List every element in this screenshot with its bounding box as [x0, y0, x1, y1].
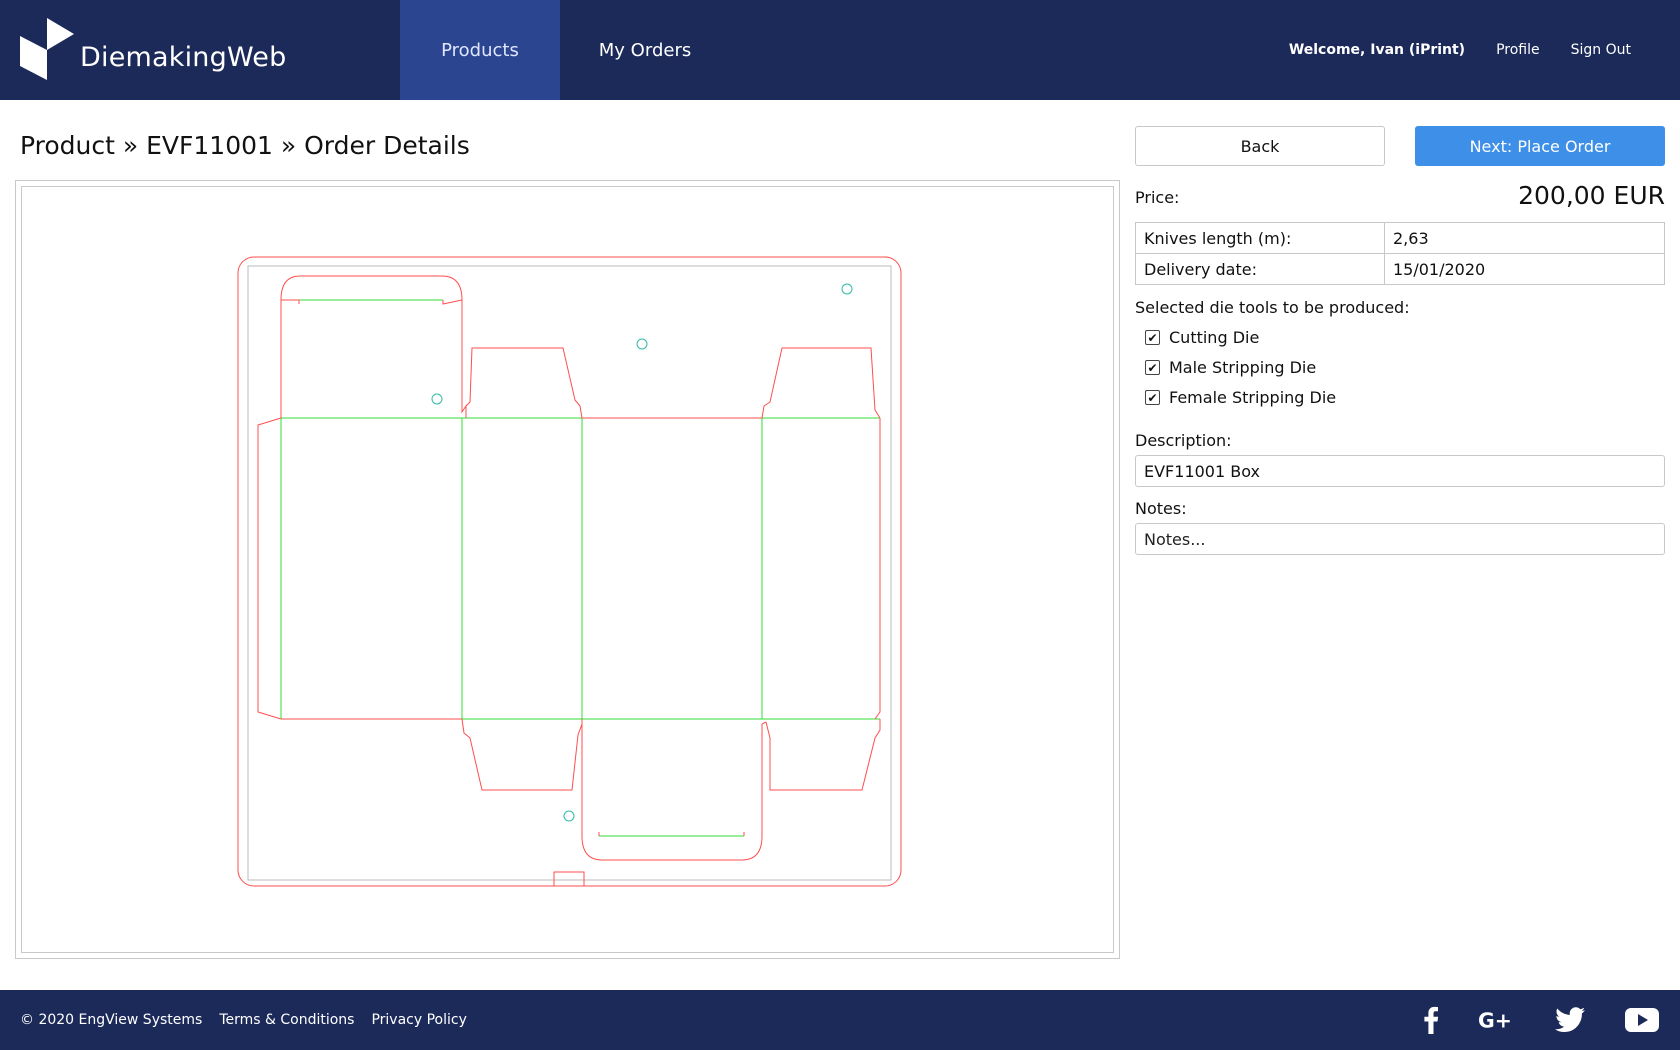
nav-tab-products[interactable]: Products — [400, 0, 560, 100]
cutting-die-checkbox[interactable]: ✔ — [1145, 330, 1160, 345]
cut-lines — [257, 275, 881, 861]
sign-out-link[interactable]: Sign Out — [1571, 42, 1631, 58]
twitter-icon[interactable] — [1553, 1004, 1587, 1036]
knives-length-value: 2,63 — [1384, 222, 1665, 254]
copyright-text: © 2020 EngView Systems — [20, 1012, 203, 1028]
delivery-date-value: 15/01/2020 — [1384, 253, 1665, 285]
brand-name: DiemakingWeb — [80, 42, 287, 73]
board-outline — [237, 256, 902, 887]
cutting-die-option[interactable]: ✔ Cutting Die — [1145, 328, 1259, 347]
profile-link[interactable]: Profile — [1496, 42, 1540, 58]
female-stripping-die-label: Female Stripping Die — [1169, 388, 1337, 407]
terms-link[interactable]: Terms & Conditions — [219, 1012, 354, 1028]
die-preview-panel — [15, 180, 1120, 959]
crease-lines — [280, 299, 880, 837]
table-row: Delivery date: 15/01/2020 — [1135, 253, 1665, 285]
knives-length-label: Knives length (m): — [1135, 222, 1385, 254]
die-preview-canvas — [21, 186, 1114, 953]
google-plus-icon[interactable]: G+ — [1478, 1004, 1512, 1036]
registration-marks — [431, 283, 853, 822]
board-notch — [553, 871, 585, 886]
die-layout-drawing — [237, 256, 902, 887]
die-tools-heading: Selected die tools to be produced: — [1135, 298, 1410, 317]
description-input[interactable] — [1135, 455, 1665, 487]
user-menu: Welcome, Ivan (iPrint) Profile Sign Out — [1289, 0, 1631, 100]
price-value: 200,00 EUR — [1518, 181, 1665, 210]
next-place-order-button[interactable]: Next: Place Order — [1415, 126, 1665, 166]
facebook-icon[interactable] — [1414, 1004, 1448, 1036]
description-label: Description: — [1135, 431, 1232, 450]
female-stripping-die-option[interactable]: ✔ Female Stripping Die — [1145, 388, 1336, 407]
back-button[interactable]: Back — [1135, 126, 1385, 166]
notes-label: Notes: — [1135, 499, 1187, 518]
breadcrumb: Product » EVF11001 » Order Details — [20, 131, 470, 160]
price-label: Price: — [1135, 188, 1180, 207]
privacy-link[interactable]: Privacy Policy — [371, 1012, 466, 1028]
diemaking-logo-icon — [20, 18, 74, 80]
table-row: Knives length (m): 2,63 — [1135, 222, 1665, 254]
female-stripping-die-checkbox[interactable]: ✔ — [1145, 390, 1160, 405]
cutting-die-label: Cutting Die — [1169, 328, 1260, 347]
board-inner-outline — [247, 265, 892, 881]
male-stripping-die-checkbox[interactable]: ✔ — [1145, 360, 1160, 375]
svg-text:G+: G+ — [1478, 1009, 1512, 1032]
footer-links: © 2020 EngView Systems Terms & Condition… — [20, 990, 467, 1050]
welcome-text: Welcome, Ivan (iPrint) — [1288, 42, 1466, 58]
notes-input[interactable] — [1135, 523, 1665, 555]
male-stripping-die-label: Male Stripping Die — [1169, 358, 1317, 377]
male-stripping-die-option[interactable]: ✔ Male Stripping Die — [1145, 358, 1316, 377]
order-details-table: Knives length (m): 2,63 Delivery date: 1… — [1135, 222, 1665, 285]
youtube-icon[interactable] — [1625, 1004, 1659, 1036]
delivery-date-label: Delivery date: — [1135, 253, 1385, 285]
footer: © 2020 EngView Systems Terms & Condition… — [0, 990, 1680, 1050]
nav-tab-my-orders[interactable]: My Orders — [560, 0, 730, 100]
top-navbar: DiemakingWeb Products My Orders Welcome,… — [0, 0, 1680, 100]
